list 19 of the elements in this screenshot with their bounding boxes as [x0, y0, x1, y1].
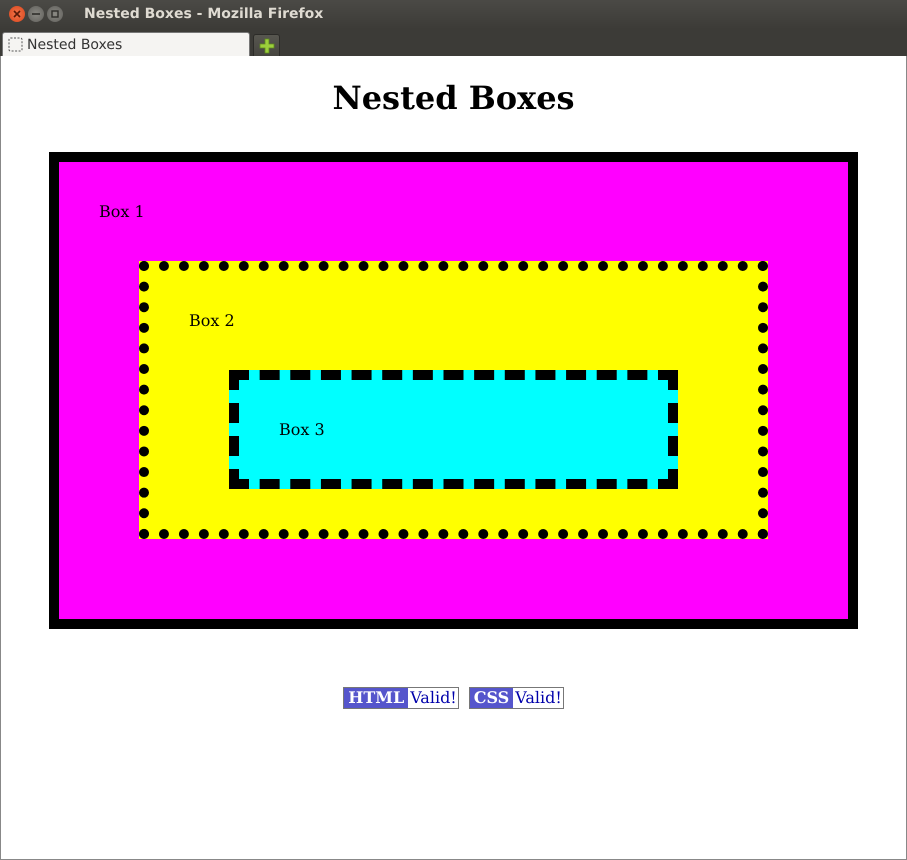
- validator-badge[interactable]: HTML Valid!: [343, 687, 459, 709]
- close-icon: [13, 10, 21, 18]
- maximize-icon: [51, 10, 59, 18]
- page-heading: Nested Boxes: [331, 78, 576, 118]
- minimize-icon: [32, 10, 40, 18]
- browser-tab[interactable]: Nested Boxes: [2, 32, 250, 56]
- box-label: Box 2: [189, 312, 235, 330]
- validator-badge[interactable]: CSS Valid!: [468, 687, 564, 709]
- close-button[interactable]: [9, 6, 25, 22]
- page-icon: [8, 37, 23, 52]
- plus-icon: [258, 38, 274, 54]
- window-title: Nested Boxes - Mozilla Firefox: [84, 6, 324, 22]
- maximize-button[interactable]: [47, 6, 63, 22]
- box-label: Box 1: [99, 203, 145, 221]
- badge-name: CSS: [470, 688, 514, 708]
- new-tab-button[interactable]: [253, 34, 280, 56]
- badge-name: HTML: [344, 688, 408, 708]
- box-label: Box 3: [279, 421, 325, 439]
- minimize-button[interactable]: [28, 6, 44, 22]
